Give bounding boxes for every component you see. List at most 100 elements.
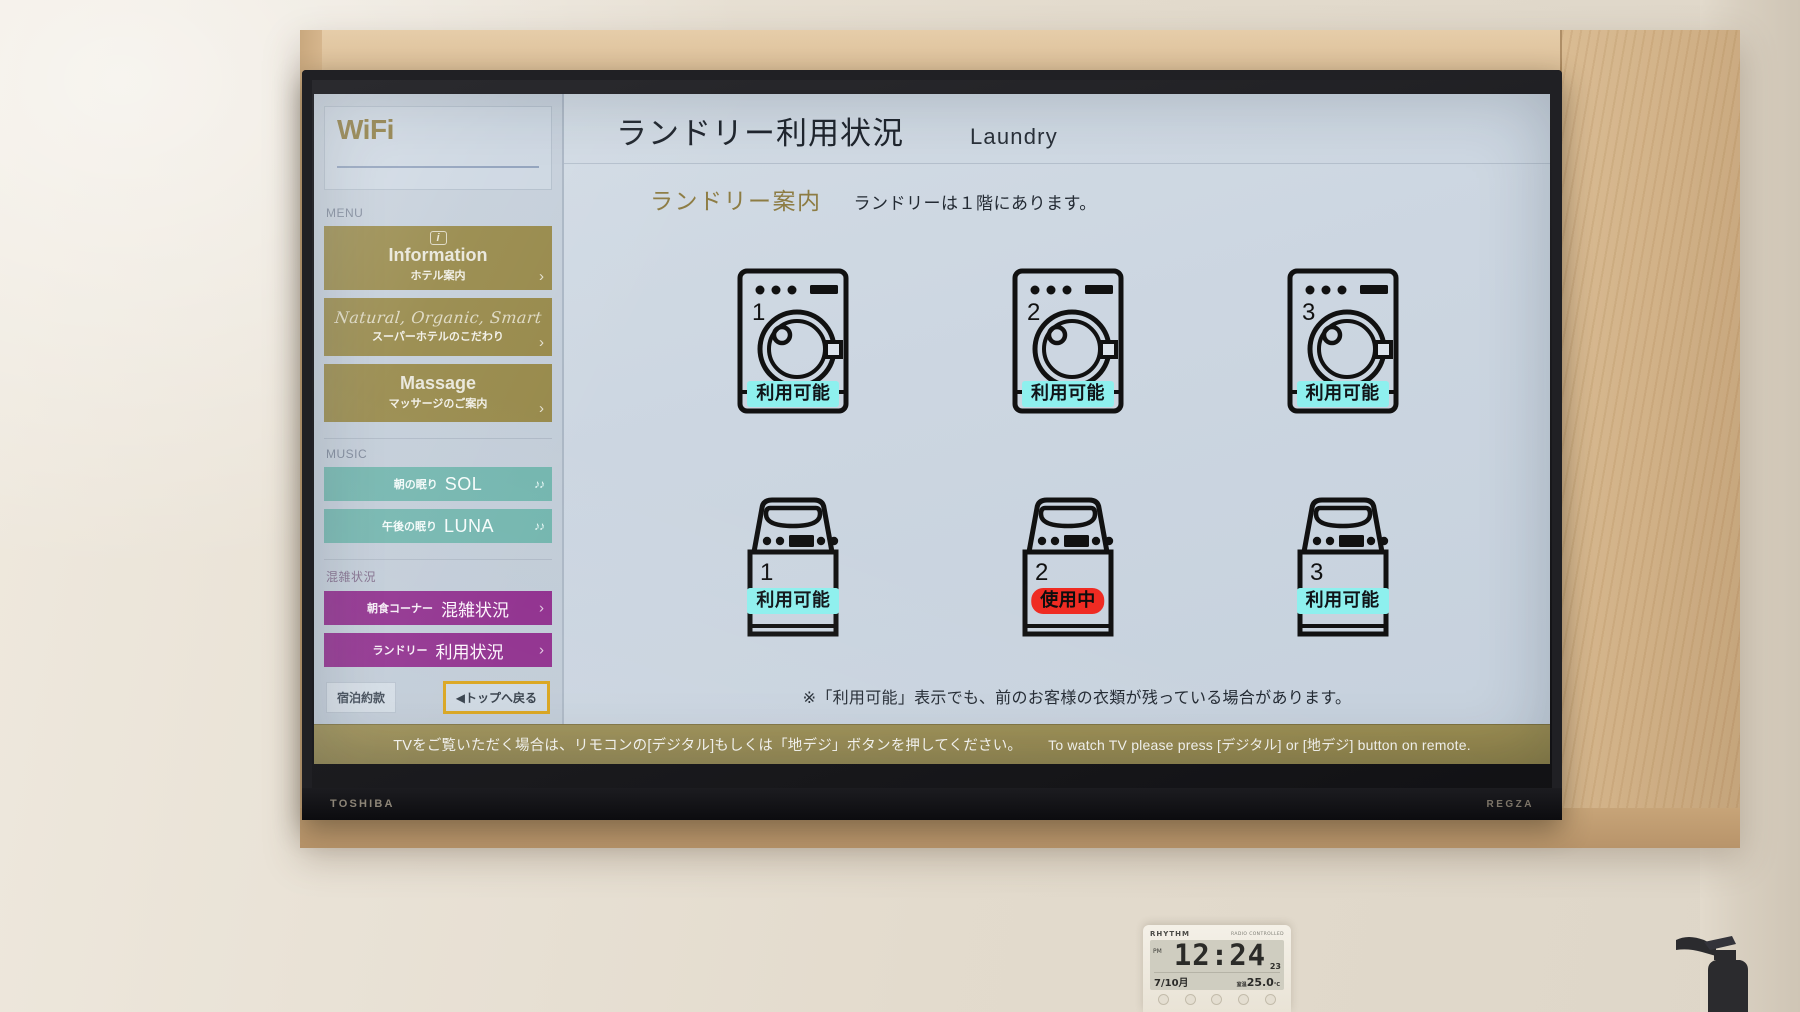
clock-secondary-row: 7/10月 室温25.0°C: [1154, 971, 1280, 989]
sidebar-divider: [324, 438, 552, 440]
clock-temperature: 室温25.0°C: [1237, 976, 1280, 989]
machine-washer-1: 1 利用可能: [734, 266, 852, 416]
chevron-right-icon: ›: [539, 599, 544, 617]
hotel-info-ui: WiFi MENU i Information ホテル案内 › Natural,…: [314, 94, 1550, 764]
status-badge: 利用可能: [747, 587, 840, 614]
clock-time: 12:24: [1173, 938, 1267, 972]
status-badge: 利用可能: [1296, 587, 1389, 614]
status-band-japanese: TVをご覧いただく場合は、リモコンの[デジタル]もしくは「地デジ」ボタンを押して…: [393, 738, 1023, 754]
music-note-icon: ♪♪: [534, 477, 545, 492]
wifi-underline: [337, 165, 539, 168]
room-background: WiFi MENU i Information ホテル案内 › Natural,…: [0, 0, 1800, 1012]
back-to-top-button[interactable]: ◀トップへ戻る: [442, 681, 550, 714]
top-load-washer-icon: 2: [1022, 497, 1114, 637]
clock-seconds: 23: [1269, 962, 1281, 971]
chevron-right-icon: ›: [539, 268, 544, 286]
music-note-icon: ♪♪: [534, 519, 545, 534]
terms-button[interactable]: 宿泊約款: [326, 682, 397, 713]
ui-body: WiFi MENU i Information ホテル案内 › Natural,…: [314, 94, 1550, 724]
clock-date: 7/10月: [1154, 977, 1189, 989]
top-load-washer-icon: 3: [1297, 497, 1389, 637]
chevron-right-icon: ›: [539, 400, 544, 418]
tv-screen[interactable]: WiFi MENU i Information ホテル案内 › Natural,…: [314, 94, 1550, 764]
sidebar-item-breakfast-congestion[interactable]: 朝食コーナー 混雑状況 ›: [324, 591, 552, 625]
page-title: ランドリー利用状況: [616, 116, 904, 151]
status-badge: 使用中: [1031, 587, 1105, 614]
digital-clock: RHYTHM RADIO CONTROLLED PM 12:24 23 7/10…: [1143, 925, 1291, 1012]
status-badge: 利用可能: [1296, 380, 1389, 407]
clock-radio-controlled-label: RADIO CONTROLLED: [1231, 931, 1284, 937]
sidebar-footer: 宿泊約款 ◀トップへ戻る: [324, 675, 552, 724]
page-title-english: Laundry: [970, 124, 1058, 149]
sidebar-item-music-sol-en: SOL: [444, 473, 483, 494]
sidebar-item-information-en: Information: [388, 245, 488, 266]
status-badge: 利用可能: [1021, 380, 1114, 407]
status-band: TVをご覧いただく場合は、リモコンの[デジタル]もしくは「地デジ」ボタンを押して…: [314, 724, 1550, 764]
sidebar-divider: [324, 559, 552, 560]
toshiba-logo: TOSHIBA: [330, 798, 395, 810]
svg-text:2: 2: [1035, 559, 1048, 586]
regza-logo: REGZA: [1486, 798, 1534, 810]
section-label-menu: MENU: [326, 206, 364, 221]
cabinet-side-panel: [1560, 30, 1740, 845]
page-header: ランドリー利用状況 Laundry: [564, 94, 1550, 164]
sidebar: WiFi MENU i Information ホテル案内 › Natural,…: [314, 94, 564, 724]
sidebar-item-music-luna[interactable]: 午後の眠り LUNA ♪♪: [324, 509, 552, 544]
sidebar-item-massage-ja: マッサージのご案内: [388, 397, 488, 410]
machine-dryer-2: 2 使用中: [1009, 492, 1127, 642]
clock-button[interactable]: [1157, 994, 1169, 1005]
sidebar-item-music-luna-ja: 午後の眠り: [381, 521, 437, 534]
svg-text:3: 3: [1302, 299, 1315, 326]
tv-bottom-bezel: TOSHIBA REGZA: [302, 788, 1562, 820]
status-band-english: To watch TV please press [デジタル] or [地デジ]…: [1048, 736, 1471, 753]
sidebar-item-breakfast-congestion-big: 混雑状況: [441, 600, 509, 620]
machine-washer-2: 2 利用可能: [1009, 266, 1127, 416]
status-badge: 利用可能: [747, 380, 840, 407]
svg-text:1: 1: [752, 299, 765, 326]
sidebar-item-laundry-status-small: ランドリー: [372, 645, 428, 657]
clock-lcd: PM 12:24 23 7/10月 室温25.0°C: [1150, 940, 1284, 990]
machine-dryer-3: 3 利用可能: [1284, 492, 1402, 642]
clock-button[interactable]: [1238, 994, 1250, 1005]
wifi-title: WiFi: [337, 114, 394, 145]
sidebar-item-concept[interactable]: Natural, Organic, Smart スーパーホテルのこだわり ›: [324, 298, 552, 357]
machine-grid: 1 利用可能 2 利用可能 3 利用可能 1 利用可能 2 使用中 3 利用可能: [564, 222, 1550, 680]
clock-temp-unit: °C: [1273, 981, 1280, 988]
sidebar-item-music-luna-en: LUNA: [443, 515, 494, 536]
clock-button[interactable]: [1211, 994, 1223, 1005]
clock-button-row: [1150, 990, 1284, 1005]
svg-text:3: 3: [1310, 559, 1323, 586]
clock-pm-indicator: PM: [1153, 948, 1162, 955]
info-icon: i: [429, 231, 447, 246]
sidebar-item-laundry-status[interactable]: ランドリー 利用状況 ›: [324, 633, 552, 667]
clock-brand-row: RHYTHM RADIO CONTROLLED: [1150, 930, 1284, 938]
television: WiFi MENU i Information ホテル案内 › Natural,…: [302, 70, 1562, 820]
sub-header-title: ランドリー案内: [650, 188, 822, 214]
sidebar-item-concept-script: Natural, Organic, Smart: [333, 308, 543, 328]
footnote: ※「利用可能」表示でも、前のお客様の衣類が残っている場合があります。: [802, 690, 1352, 707]
main-pane: ランドリー利用状況 Laundry ランドリー案内 ランドリーは１階にあります。…: [564, 94, 1550, 724]
sidebar-item-music-sol[interactable]: 朝の眠り SOL ♪♪: [324, 467, 552, 502]
wifi-panel[interactable]: WiFi: [324, 106, 552, 191]
chevron-right-icon: ›: [539, 641, 544, 659]
sidebar-item-massage[interactable]: Massage マッサージのご案内 ›: [324, 364, 552, 423]
top-load-washer-icon: 1: [747, 497, 839, 637]
sidebar-item-breakfast-congestion-small: 朝食コーナー: [367, 603, 433, 615]
sidebar-item-music-sol-ja: 朝の眠り: [393, 479, 438, 492]
spray-bottle: [1676, 936, 1748, 1012]
sidebar-item-massage-en: Massage: [399, 372, 477, 393]
sidebar-item-laundry-status-big: 利用状況: [435, 642, 504, 662]
section-label-congestion: 混雑状況: [326, 570, 377, 584]
clock-temp-value: 25.0: [1246, 975, 1274, 989]
clock-temp-label: 室温: [1236, 981, 1247, 988]
clock-button[interactable]: [1184, 994, 1196, 1005]
section-label-music: MUSIC: [326, 447, 368, 462]
machine-dryer-1: 1 利用可能: [734, 492, 852, 642]
sidebar-item-information[interactable]: i Information ホテル案内 ›: [324, 226, 552, 291]
machine-washer-3: 3 利用可能: [1284, 266, 1402, 416]
clock-button[interactable]: [1265, 994, 1277, 1005]
sub-header: ランドリー案内 ランドリーは１階にあります。: [564, 164, 1550, 222]
sub-header-note: ランドリーは１階にあります。: [853, 194, 1097, 213]
clock-brand: RHYTHM: [1150, 930, 1190, 938]
sidebar-item-concept-ja: スーパーホテルのこだわり: [372, 331, 504, 344]
